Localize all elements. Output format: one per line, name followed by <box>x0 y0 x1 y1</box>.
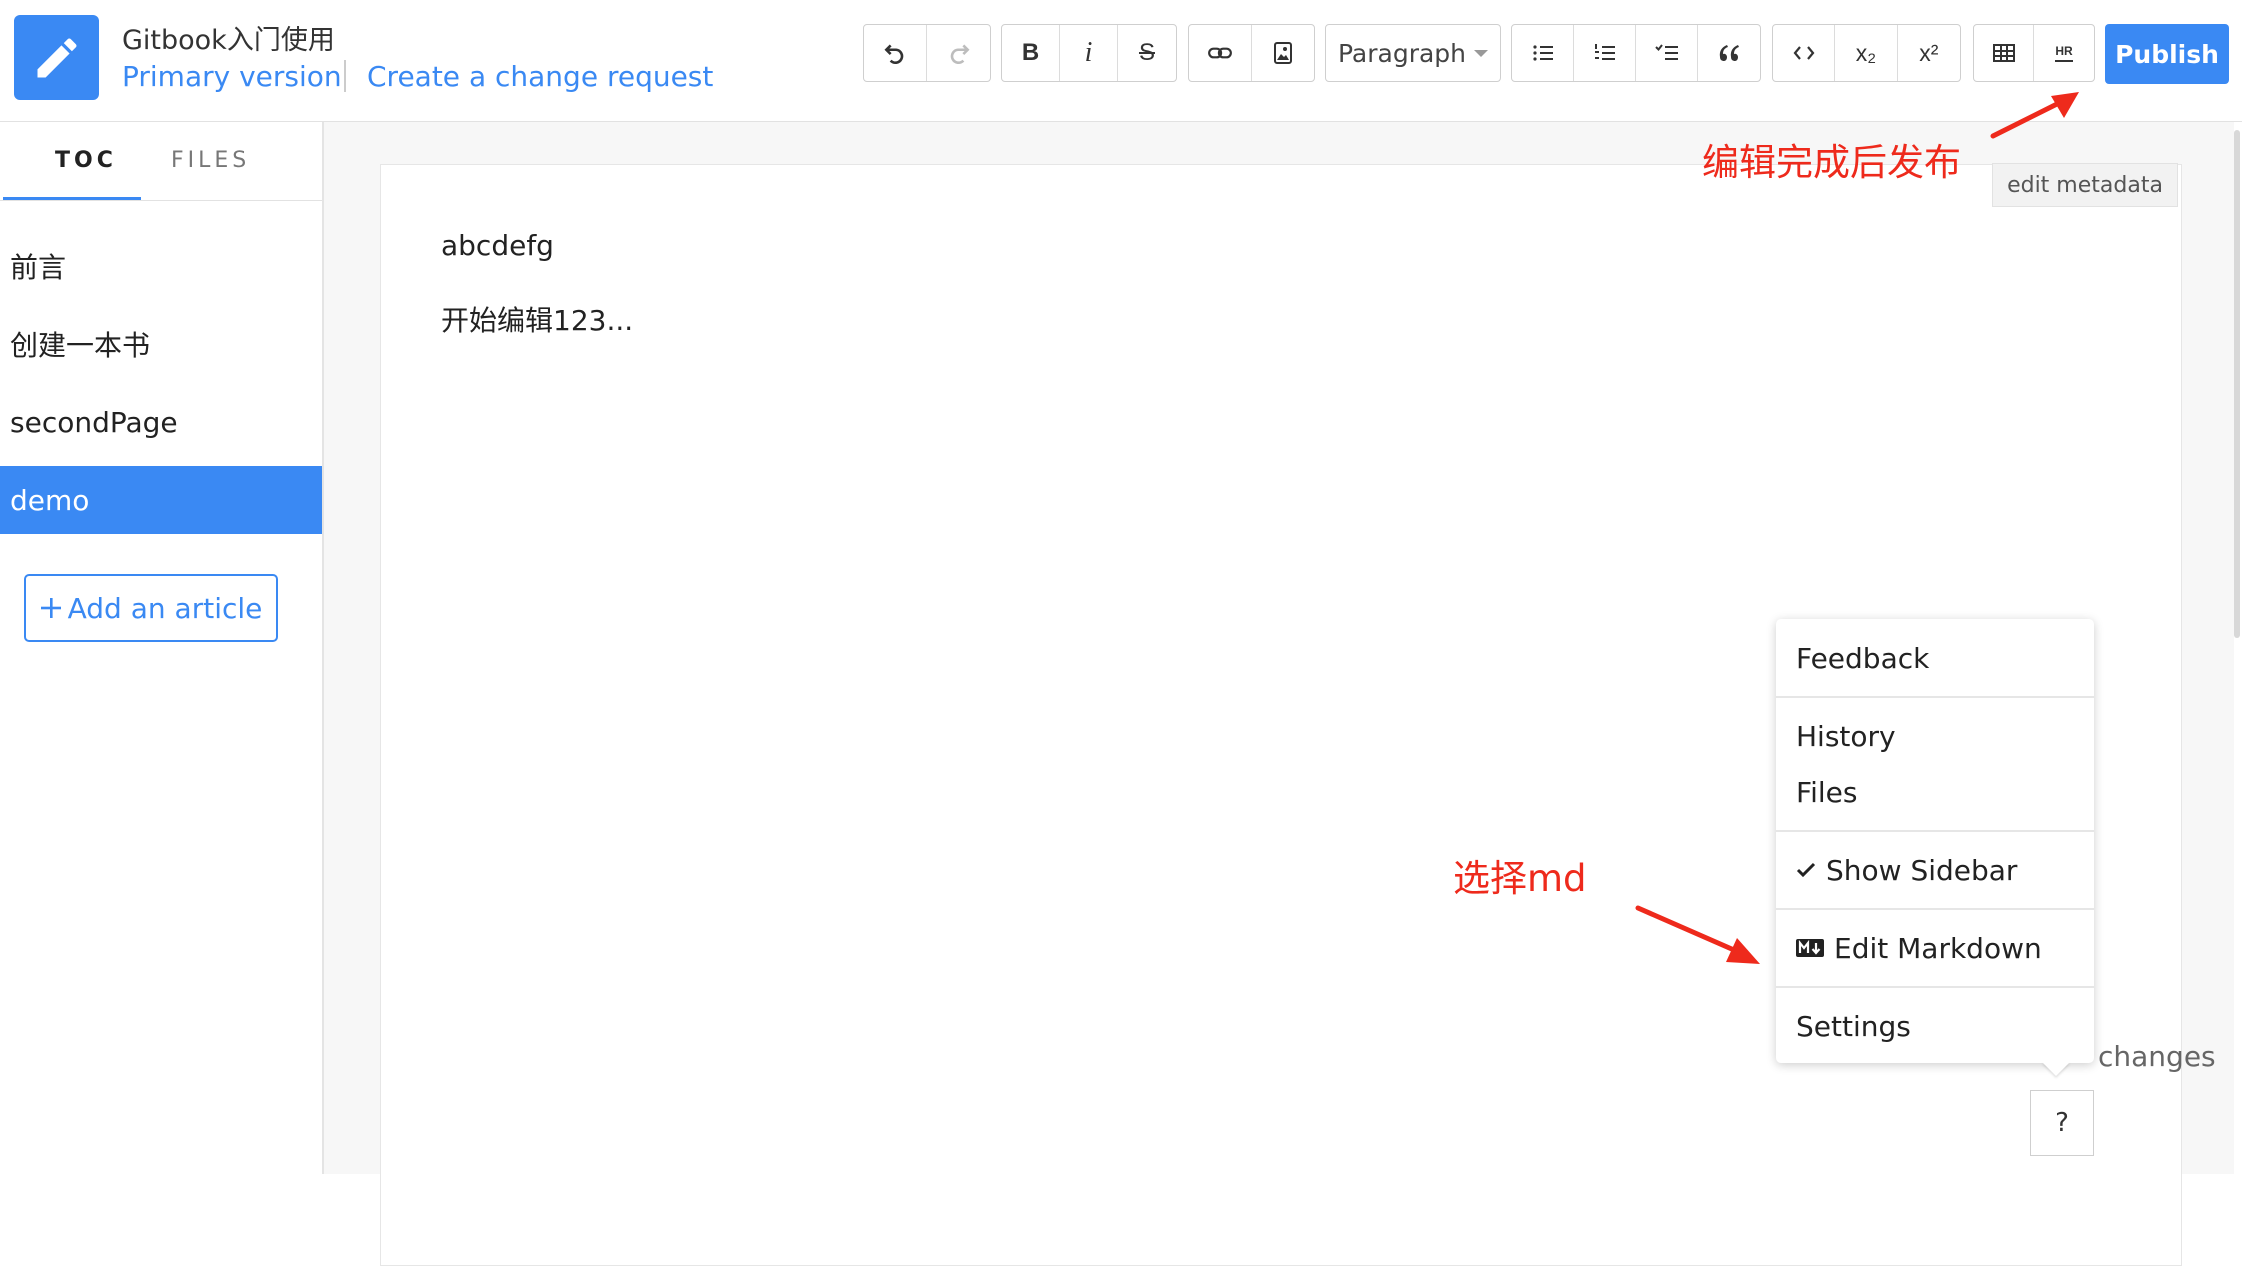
paragraph-style-select[interactable]: Paragraph <box>1325 24 1501 82</box>
hr-label: HR <box>2055 44 2073 58</box>
code-icon <box>1793 46 1815 60</box>
strikethrough-button[interactable]: S <box>1118 25 1176 81</box>
checkmark-icon <box>1796 862 1816 878</box>
menu-item-label: Settings <box>1796 1009 1911 1043</box>
plus-icon <box>40 598 61 618</box>
menu-item-label: Edit Markdown <box>1834 931 2042 965</box>
markdown-annotation-arrow-icon <box>1635 905 1760 964</box>
menu-item-edit-markdown[interactable]: Edit Markdown <box>1776 923 2094 973</box>
history-toolbar-group <box>863 24 991 82</box>
editor-scrollbar[interactable] <box>2234 130 2240 638</box>
add-article-label: Add an article <box>67 591 263 625</box>
italic-button[interactable]: i <box>1060 25 1118 81</box>
table-icon <box>1992 44 2015 62</box>
editor-paragraph[interactable]: abcdefg <box>441 229 554 262</box>
redo-button[interactable] <box>927 25 990 81</box>
toc-item-demo[interactable]: demo <box>0 466 322 534</box>
link-button[interactable] <box>1189 25 1252 81</box>
help-button[interactable]: ? <box>2030 1090 2094 1156</box>
menu-caret <box>2042 1062 2070 1076</box>
bullet-list-icon <box>1532 45 1553 61</box>
toc-item-preface[interactable]: 前言 <box>0 232 322 300</box>
publish-annotation-arrow-icon <box>1990 92 2079 139</box>
book-title: Gitbook入门使用 <box>122 25 335 56</box>
tab-toc[interactable]: TOC <box>55 148 117 173</box>
code-button[interactable] <box>1773 25 1836 81</box>
edit-metadata-button[interactable]: edit metadata <box>1992 163 2178 207</box>
tab-files[interactable]: FILES <box>171 148 250 173</box>
top-bar: Gitbook入门使用 Primary version Create a cha… <box>0 0 2242 122</box>
numbered-list-icon <box>1594 44 1615 60</box>
insert-toolbar-group <box>1188 24 1315 82</box>
help-menu: Feedback History Files Show Sidebar Edit… <box>1776 619 2094 1063</box>
header-divider <box>344 60 346 92</box>
menu-item-settings[interactable]: Settings <box>1776 1001 2094 1051</box>
menu-item-show-sidebar[interactable]: Show Sidebar <box>1776 845 2094 895</box>
sidebar-tabs: TOC FILES <box>0 122 322 201</box>
markdown-annotation: 选择md <box>1453 857 1587 900</box>
link-icon <box>1207 47 1232 59</box>
superscript-button[interactable]: x² <box>1898 25 1960 81</box>
block-toolbar-group <box>1511 24 1761 82</box>
task-list-icon <box>1654 44 1678 60</box>
table-button[interactable] <box>1974 25 2035 81</box>
horizontal-rule-button[interactable]: HR <box>2034 25 2094 81</box>
menu-item-history[interactable]: History <box>1776 711 2094 761</box>
paragraph-style-label: Paragraph <box>1337 38 1467 68</box>
inline-toolbar-group: x₂ x² <box>1772 24 1961 82</box>
menu-item-label: Files <box>1796 775 1858 809</box>
menu-divider <box>1776 696 2094 698</box>
image-icon <box>1273 42 1292 64</box>
primary-version-link[interactable]: Primary version <box>122 60 342 93</box>
task-list-button[interactable] <box>1636 25 1698 81</box>
redo-icon <box>950 44 970 64</box>
undo-icon <box>884 44 904 64</box>
menu-item-label: Feedback <box>1796 641 1930 675</box>
menu-item-label: Show Sidebar <box>1826 853 2018 887</box>
add-article-button[interactable]: Add an article <box>24 574 278 642</box>
edit-pencil-logo-icon[interactable] <box>14 15 99 100</box>
quote-icon <box>1719 45 1739 61</box>
image-button[interactable] <box>1252 25 1315 81</box>
publish-annotation: 编辑完成后发布 <box>1702 141 1961 184</box>
undo-button[interactable] <box>864 25 927 81</box>
menu-divider <box>1776 986 2094 988</box>
menu-divider <box>1776 830 2094 832</box>
table-toolbar-group: HR <box>1973 24 2095 82</box>
active-tab-indicator <box>3 197 141 200</box>
bullet-list-button[interactable] <box>1512 25 1574 81</box>
markdown-icon <box>1796 939 1824 957</box>
blockquote-button[interactable] <box>1698 25 1760 81</box>
chevron-down-icon <box>1474 50 1489 57</box>
publish-button[interactable]: Publish <box>2105 24 2229 84</box>
toc-item-create-book[interactable]: 创建一本书 <box>0 310 322 378</box>
numbered-list-button[interactable] <box>1574 25 1636 81</box>
sidebar: TOC FILES 前言 创建一本书 secondPage demo Add a… <box>0 122 324 1174</box>
menu-item-files[interactable]: Files <box>1776 767 2094 817</box>
menu-divider <box>1776 908 2094 910</box>
toc-item-second-page[interactable]: secondPage <box>0 388 322 456</box>
bold-button[interactable]: B <box>1002 25 1060 81</box>
create-change-request-link[interactable]: Create a change request <box>367 60 713 93</box>
subscript-button[interactable]: x₂ <box>1835 25 1898 81</box>
menu-item-label: History <box>1796 719 1896 753</box>
editor-paragraph[interactable]: 开始编辑123... <box>441 299 633 339</box>
menu-item-feedback[interactable]: Feedback <box>1776 633 2094 683</box>
hr-line-icon <box>2055 60 2073 62</box>
format-toolbar-group: B i S <box>1001 24 1177 82</box>
changes-status-text: changes <box>2098 1040 2216 1073</box>
